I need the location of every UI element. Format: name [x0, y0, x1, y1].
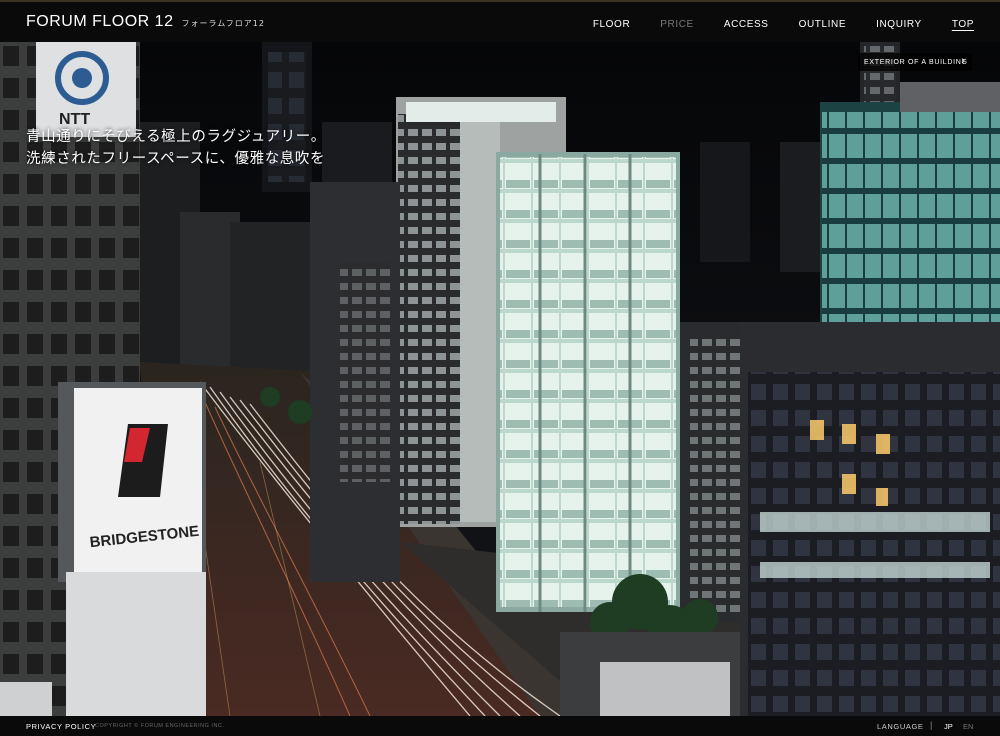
nav-top[interactable]: TOP — [952, 19, 974, 30]
nav-access[interactable]: ACCESS — [724, 19, 769, 30]
language-label: LANGUAGE — [877, 722, 924, 731]
global-nav: FLOOR PRICE ACCESS OUTLINE INQUIRY TOP — [563, 19, 974, 30]
logo-sub-text: フォーラムフロア12 — [181, 19, 265, 28]
language-en-link[interactable]: EN — [963, 722, 973, 731]
header-bar: FORUM FLOOR 12 フォーラムフロア12 FLOOR PRICE AC… — [0, 0, 1000, 42]
nav-outline[interactable]: OUTLINE — [799, 19, 847, 30]
footer-bar: PRIVACY POLICY COPYRIGHT © FORUM ENGINEE… — [0, 716, 1000, 736]
language-separator: | — [930, 720, 933, 730]
catchcopy-line-1: 青山通りにそびえる極上のラグジュアリー。 — [26, 129, 326, 145]
hero-photo: NTT BRIDGESTONE 青山通りにそびえる極上のラグジュアリー。 洗練さ… — [0, 42, 1000, 716]
privacy-policy-link[interactable]: PRIVACY POLICY — [26, 722, 96, 731]
logo-main-text: FORUM FLOOR 12 — [26, 13, 174, 30]
exterior-button[interactable]: EXTERIOR OF A BUILDING › — [858, 53, 972, 71]
site-logo[interactable]: FORUM FLOOR 12 フォーラムフロア12 — [26, 13, 265, 31]
copyright-text: COPYRIGHT © FORUM ENGINEERING INC. — [95, 723, 225, 729]
chevron-right-icon: › — [961, 55, 965, 67]
nav-floor[interactable]: FLOOR — [593, 19, 630, 30]
hero-catchcopy: 青山通りにそびえる極上のラグジュアリー。 洗練されたフリースペースに、優雅な息吹… — [26, 126, 326, 170]
catchcopy-line-2: 洗練されたフリースペースに、優雅な息吹を — [26, 151, 326, 167]
exterior-button-label: EXTERIOR OF A BUILDING — [864, 58, 968, 66]
nav-price[interactable]: PRICE — [660, 19, 694, 30]
nav-inquiry[interactable]: INQUIRY — [876, 19, 922, 30]
language-jp-link[interactable]: JP — [944, 722, 953, 731]
